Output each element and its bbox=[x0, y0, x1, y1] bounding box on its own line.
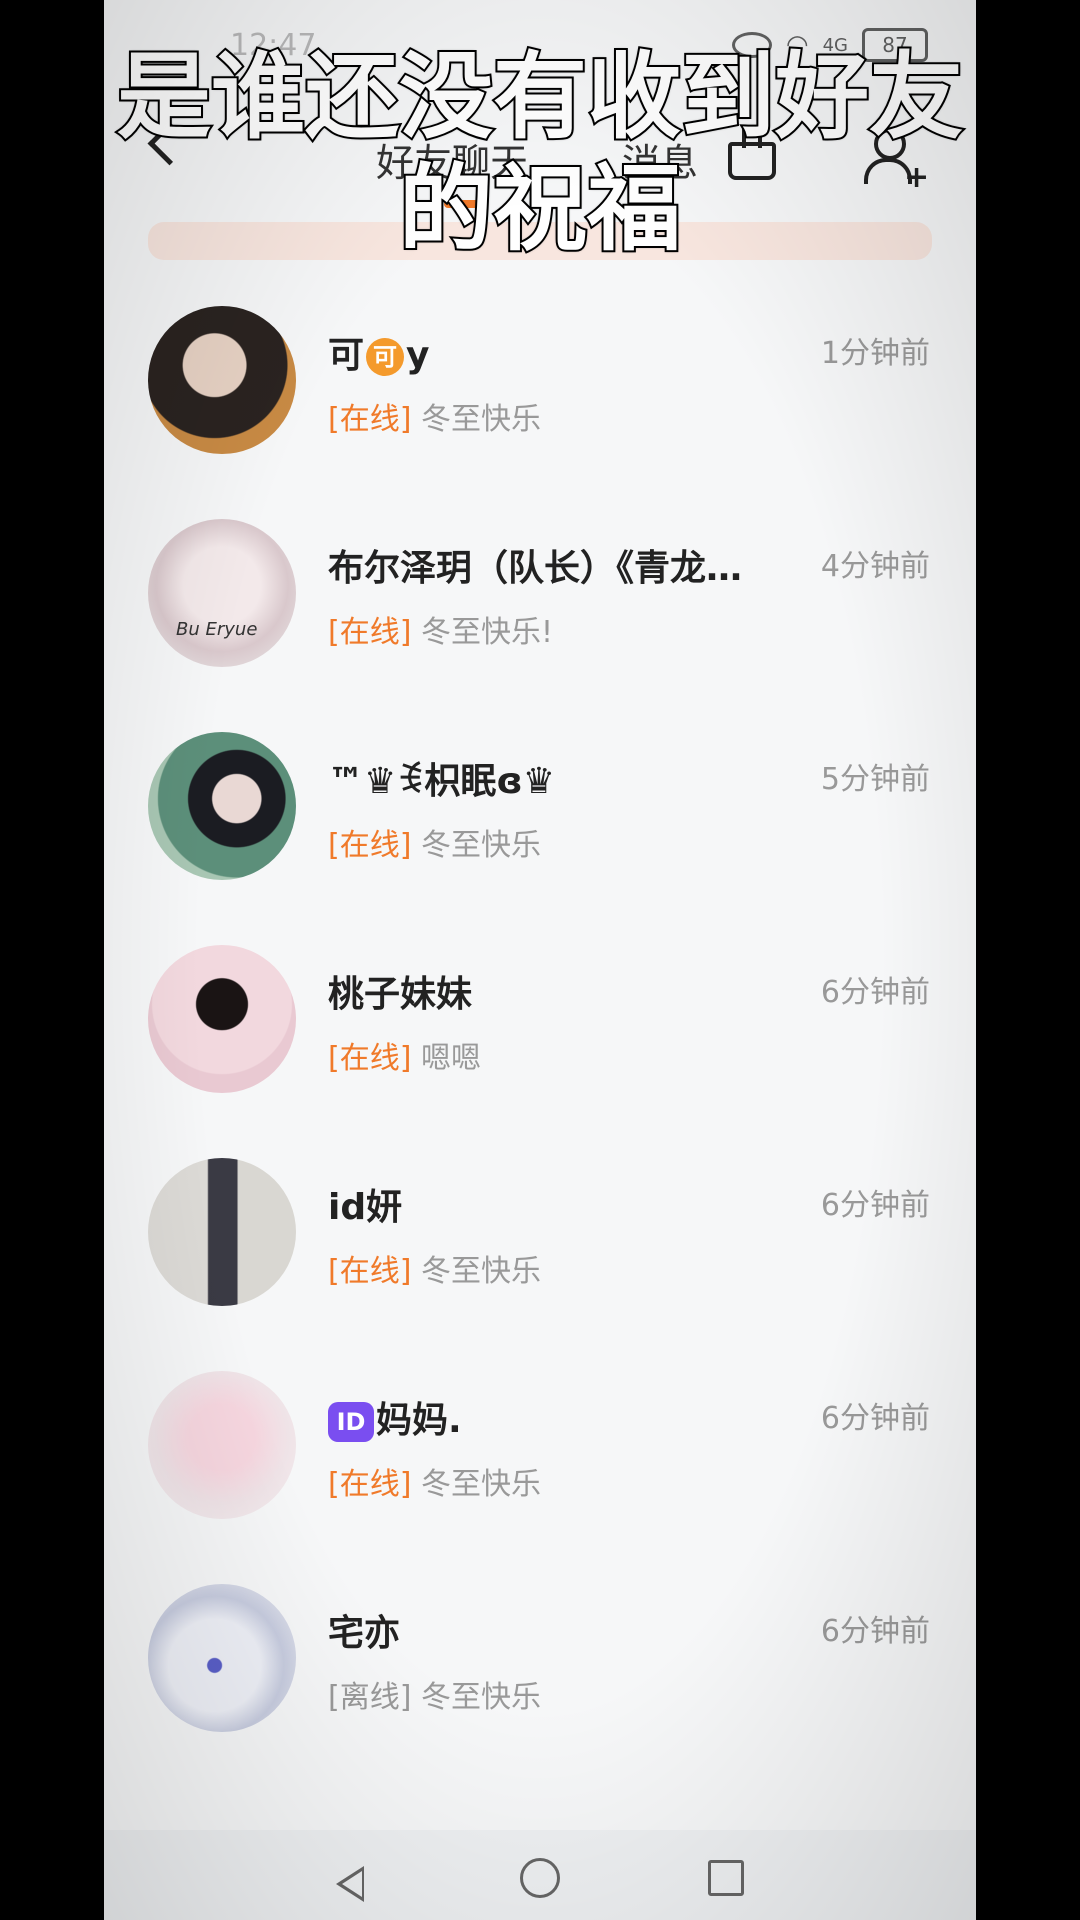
chat-preview: [离线] 冬至快乐 bbox=[328, 1680, 541, 1715]
chat-preview: [在线] 冬至快乐 bbox=[328, 1467, 541, 1502]
chat-row[interactable]: ™♛ꉂ枳眠ɞ♛ 5分钟前 [在线] 冬至快乐 bbox=[104, 724, 976, 937]
chat-time: 6分钟前 bbox=[820, 975, 930, 1010]
avatar bbox=[148, 1158, 296, 1306]
chat-preview: [在线] 冬至快乐! bbox=[328, 615, 553, 650]
avatar: Bu Eryue bbox=[148, 519, 296, 667]
avatar bbox=[148, 732, 296, 880]
video-caption: 是谁还没有收到好友 的祝福 bbox=[115, 41, 965, 266]
online-status: [在线] bbox=[328, 402, 412, 437]
chat-preview: [在线] 冬至快乐 bbox=[328, 402, 541, 437]
chat-time: 5分钟前 bbox=[820, 762, 930, 797]
chat-preview: [在线] 冬至快乐 bbox=[328, 828, 541, 863]
avatar-signature: Bu Eryue bbox=[176, 619, 258, 640]
avatar bbox=[148, 945, 296, 1093]
chat-name: ID 妈妈. bbox=[328, 1391, 462, 1443]
chat-time: 6分钟前 bbox=[820, 1188, 930, 1223]
chat-list: 可可y 1分钟前 [在线] 冬至快乐 Bu Eryue 布尔泽玥（队长）《青龙…… bbox=[104, 298, 976, 1789]
chat-time: 1分钟前 bbox=[820, 336, 930, 371]
chat-row[interactable]: 桃子妹妹 6分钟前 [在线] 嗯嗯 bbox=[104, 937, 976, 1150]
chat-name: 桃子妹妹 bbox=[328, 974, 473, 1015]
online-status: [在线] bbox=[328, 828, 412, 863]
nav-back-icon[interactable] bbox=[336, 1866, 364, 1902]
chat-row[interactable]: 可可y 1分钟前 [在线] 冬至快乐 bbox=[104, 298, 976, 511]
ke-badge-icon: 可 bbox=[366, 338, 405, 376]
avatar bbox=[148, 306, 296, 454]
chat-row[interactable]: ID 妈妈. 6分钟前 [在线] 冬至快乐 bbox=[104, 1363, 976, 1576]
online-status: [在线] bbox=[328, 615, 412, 650]
online-status: [在线] bbox=[328, 1254, 412, 1289]
chat-time: 6分钟前 bbox=[820, 1614, 930, 1649]
online-status: [在线] bbox=[328, 1041, 412, 1076]
system-nav-bar bbox=[104, 1830, 976, 1920]
chat-name: 可可y bbox=[328, 335, 430, 376]
nav-recents-icon[interactable] bbox=[708, 1860, 744, 1896]
app-screen: 12:47 ◠ 4G 87 好友聊天 消息 + 可可y 1分钟前 [在线] 冬至… bbox=[104, 0, 976, 1920]
avatar bbox=[148, 1371, 296, 1519]
chat-name: 布尔泽玥（队长）《青龙… bbox=[328, 548, 743, 589]
offline-status: [离线] bbox=[328, 1680, 412, 1715]
chat-preview: [在线] 冬至快乐 bbox=[328, 1254, 541, 1289]
chat-name: ™♛ꉂ枳眠ɞ♛ bbox=[328, 761, 556, 802]
id-badge-icon: ID bbox=[328, 1402, 374, 1442]
chat-preview: [在线] 嗯嗯 bbox=[328, 1041, 481, 1076]
chat-time: 6分钟前 bbox=[820, 1401, 930, 1436]
nav-home-icon[interactable] bbox=[520, 1858, 560, 1898]
chat-name: 宅亦 bbox=[328, 1613, 401, 1654]
chat-row[interactable]: Bu Eryue 布尔泽玥（队长）《青龙… 4分钟前 [在线] 冬至快乐! bbox=[104, 511, 976, 724]
avatar bbox=[148, 1584, 296, 1732]
chat-name: id妍 bbox=[328, 1187, 403, 1228]
chat-row[interactable]: 宅亦 6分钟前 [离线] 冬至快乐 bbox=[104, 1576, 976, 1789]
chat-time: 4分钟前 bbox=[820, 549, 930, 584]
chat-row[interactable]: id妍 6分钟前 [在线] 冬至快乐 bbox=[104, 1150, 976, 1363]
online-status: [在线] bbox=[328, 1467, 412, 1502]
